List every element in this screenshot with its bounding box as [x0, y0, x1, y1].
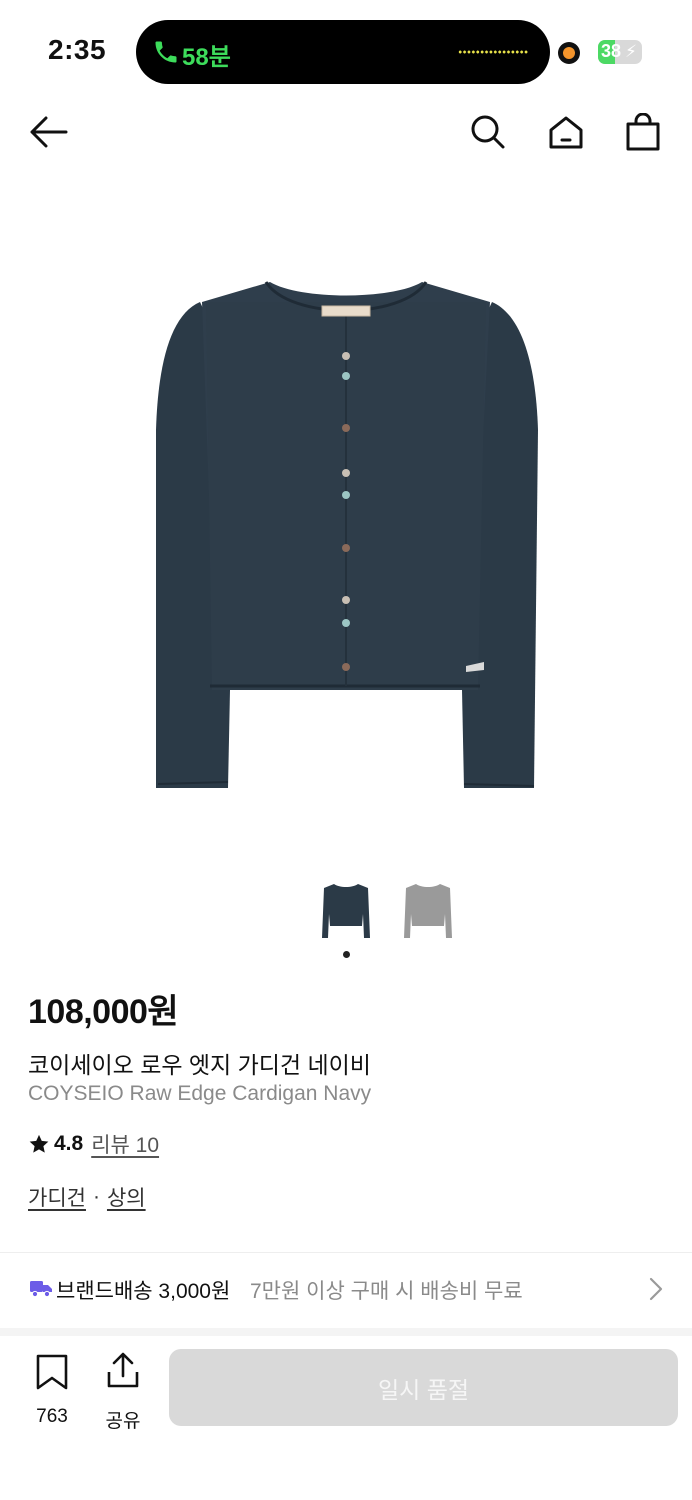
chevron-right-icon [649, 1277, 663, 1301]
product-image[interactable] [0, 190, 692, 860]
section-divider [0, 1328, 692, 1336]
dynamic-island[interactable]: 58분 [136, 20, 550, 84]
rating-value: 4.8 [54, 1132, 84, 1155]
battery-level: 38 [601, 41, 622, 61]
back-button[interactable] [24, 108, 72, 156]
cart-button[interactable] [619, 108, 667, 156]
search-icon [471, 115, 505, 149]
call-duration: 58분 [182, 44, 231, 71]
share-button[interactable]: 공유 [96, 1352, 150, 1432]
category-separator: · [92, 1185, 100, 1208]
rating-row: 4.8 리뷰 10 [28, 1130, 159, 1158]
home-icon [549, 116, 583, 149]
product-name-korean: 코이세이오 로우 엣지 가디건 네이비 [28, 1052, 371, 1078]
shipping-free-condition: 7만원 이상 구매 시 배송비 무료 [250, 1280, 523, 1303]
category-link-top[interactable]: 상의 [107, 1182, 146, 1212]
share-icon [107, 1352, 139, 1388]
thumbnail-strip [0, 878, 692, 948]
shipping-fee: 브랜드배송 3,000원 [56, 1280, 231, 1303]
battery-icon: 38 ⚡ [598, 40, 642, 64]
status-bar: 2:35 58분 38 ⚡ [0, 0, 692, 100]
product-name-english: COYSEIO Raw Edge Cardigan Navy [28, 1082, 372, 1105]
sold-out-button[interactable]: 일시 품절 [169, 1349, 678, 1426]
top-navigation [0, 108, 692, 160]
phone-icon [155, 41, 177, 63]
camera-indicator-icon [558, 42, 580, 64]
arrow-left-icon [30, 116, 68, 148]
thumbnail-gray[interactable] [400, 878, 456, 944]
audio-waveform [458, 50, 528, 54]
charging-icon: ⚡ [625, 42, 637, 61]
category-link-cardigan[interactable]: 가디건 [28, 1182, 86, 1212]
category-breadcrumb: 가디건 · 상의 [28, 1182, 146, 1212]
status-time: 2:35 [48, 34, 107, 65]
bookmark-icon [36, 1354, 68, 1390]
share-label: 공유 [105, 1411, 141, 1432]
search-button[interactable] [464, 108, 512, 156]
truck-icon [30, 1281, 52, 1297]
review-link[interactable]: 리뷰 10 [91, 1129, 159, 1159]
thumbnail-navy[interactable] [318, 878, 374, 944]
home-button[interactable] [542, 108, 590, 156]
bookmark-count: 763 [36, 1406, 68, 1427]
cardigan-illustration [156, 281, 538, 788]
bottom-action-bar: 763 공유 일시 품절 [0, 1336, 692, 1500]
shopping-bag-icon [626, 113, 660, 151]
carousel-indicator [343, 951, 350, 958]
shipping-info-row[interactable]: 브랜드배송 3,000원 7만원 이상 구매 시 배송비 무료 [0, 1253, 692, 1325]
star-icon [29, 1134, 49, 1153]
bookmark-button[interactable]: 763 [25, 1352, 79, 1427]
product-price: 108,000원 [28, 993, 179, 1031]
